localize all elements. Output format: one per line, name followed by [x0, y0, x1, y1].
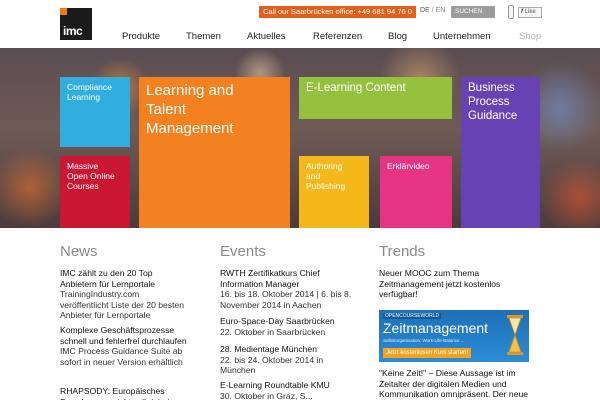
tile-mooc-line3: Courses — [67, 181, 99, 191]
nav-blog[interactable]: Blog — [388, 31, 407, 43]
event-item-title[interactable]: Euro-Space-Day Saarbrücken — [220, 316, 360, 327]
news-item-text: IMC Process Guidance Suite ab sofort in … — [60, 346, 183, 367]
event-item[interactable]: RWTH Zertifikatkurs Chief Information Ma… — [220, 268, 360, 310]
banner-tagline: Selbstorganisation, Work-Life-Balance ..… — [383, 338, 465, 343]
news-item-title[interactable]: RHAPSODY: Europäisches Forschungsprojekt… — [60, 386, 188, 400]
tile-elearning-label: E-Learning Content — [306, 82, 406, 94]
nav-unternehmen[interactable]: Unternehmen — [433, 31, 491, 43]
event-item-title[interactable]: RWTH Zertifikatkurs Chief Information Ma… — [220, 268, 360, 289]
event-item-text: 22. Oktober in Saarbrücken — [220, 326, 326, 337]
tile-learning-line3: Management — [146, 120, 234, 137]
tile-authoring-line1: Authoring — [306, 161, 343, 171]
google-plus-icon[interactable] — [508, 5, 514, 19]
banner-cta-button[interactable]: Jetzt kostenlosen Kurs starten! — [383, 348, 472, 358]
lang-en-link[interactable]: EN — [436, 7, 446, 14]
news-item[interactable]: Komplexe Geschäftsprozesse schnell und f… — [60, 325, 188, 367]
news-item-title[interactable]: IMC zählt zu den 20 Top Anbietern für Le… — [60, 268, 188, 289]
tile-authoring-publishing[interactable]: Authoring and Publishing — [299, 156, 369, 228]
tile-compliance-learning[interactable]: Compliance Learning — [60, 77, 130, 147]
news-item[interactable]: IMC zählt zu den 20 Top Anbietern für Le… — [60, 268, 188, 321]
zeitmanagement-banner[interactable]: OPENCOURSEWORLD Zeitmanagement Selbstorg… — [379, 310, 529, 362]
banner-title: Zeitmanagement — [383, 320, 489, 336]
event-item-text: 16. bis 18. Oktober 2014 | 6. bis 8. Nov… — [220, 289, 352, 310]
trends-heading: Trends — [379, 243, 426, 260]
nav-referenzen[interactable]: Referenzen — [313, 31, 362, 43]
logo-accent-square — [60, 8, 67, 15]
tile-learning-line1: Learning and — [146, 82, 234, 99]
language-switcher: DE / EN — [420, 7, 445, 14]
nav-themen[interactable]: Themen — [186, 31, 221, 43]
tile-erklaervideo[interactable]: Erklärvideo — [380, 156, 452, 228]
news-item-text: TrainingIndustry.com veröffentlicht List… — [60, 289, 185, 321]
nav-shop[interactable]: Shop — [519, 31, 541, 43]
nav-aktuelles[interactable]: Aktuelles — [247, 31, 286, 43]
banner-brand: OPENCOURSEWORLD — [383, 313, 442, 319]
tile-compliance-line2: Learning — [67, 92, 101, 102]
news-heading: News — [60, 243, 98, 260]
event-item[interactable]: E-Learning Roundtable KMU 30. Oktober in… — [220, 380, 360, 400]
tile-bpg-line2: Process — [468, 96, 510, 108]
trend-title[interactable]: Neuer MOOC zum Thema Zeitmanagement jetz… — [379, 268, 529, 300]
events-heading: Events — [220, 243, 266, 260]
tile-erklaer-label: Erklärvideo — [387, 161, 430, 171]
event-item-text: 22. bis 24. Oktober 2014 in München — [220, 354, 324, 376]
facebook-like-button[interactable]: f Like — [518, 7, 542, 18]
tile-bpg-line1: Business — [468, 82, 515, 94]
like-label: Like — [524, 9, 536, 15]
tile-authoring-line2: and — [306, 171, 321, 181]
nav-produkte[interactable]: Produkte — [122, 31, 160, 43]
event-item-title[interactable]: E-Learning Roundtable KMU — [220, 380, 360, 391]
trend-quote: "Keine Zeit!" – Diese Aussage ist im Zei… — [379, 368, 529, 400]
lang-de-link[interactable]: DE — [420, 7, 430, 14]
event-item-text: 30. Oktober in Graz, S... — [220, 390, 313, 400]
tile-compliance-line1: Compliance — [67, 82, 112, 92]
imc-logo[interactable]: imc — [60, 8, 92, 40]
tile-mooc-line2: Open Online — [67, 171, 115, 181]
tile-elearning-content[interactable]: E-Learning Content — [299, 77, 452, 119]
hourglass-icon — [507, 315, 523, 355]
tile-bpg-line3: Guidance — [468, 110, 518, 122]
logo-text: imc — [63, 24, 83, 38]
event-item-title[interactable]: 28. Medientage München — [220, 344, 360, 355]
news-item-title[interactable]: Komplexe Geschäftsprozesse schnell und f… — [60, 325, 188, 346]
facebook-icon: f — [521, 9, 523, 15]
tile-authoring-line3: Publishing — [306, 181, 346, 191]
tile-business-process-guidance[interactable]: Business Process Guidance — [461, 77, 540, 228]
event-item[interactable]: 28. Medientage München 22. bis 24. Oktob… — [220, 344, 360, 376]
news-item[interactable]: RHAPSODY: Europäisches Forschungsprojekt… — [60, 386, 188, 400]
phone-contact[interactable]: Call our Saarbrücken office: +49 681 94 … — [259, 6, 416, 18]
event-item[interactable]: Euro-Space-Day Saarbrücken 22. Oktober i… — [220, 316, 360, 337]
tile-learning-line2: Talent — [146, 101, 187, 118]
search-button[interactable]: SUCHEN — [451, 6, 495, 18]
hero-banner: Compliance Learning Learning and Talent … — [0, 48, 600, 228]
tile-mooc[interactable]: Massive Open Online Courses — [60, 156, 130, 228]
tile-mooc-line1: Massive — [67, 161, 99, 171]
tile-learning-talent-management[interactable]: Learning and Talent Management — [139, 77, 290, 228]
